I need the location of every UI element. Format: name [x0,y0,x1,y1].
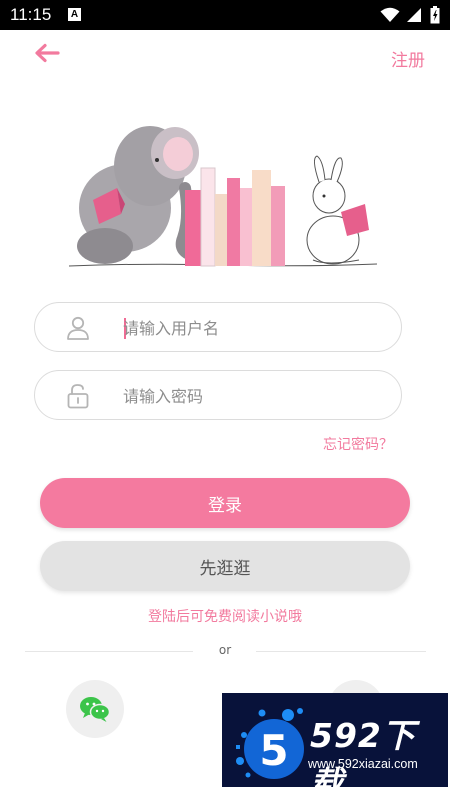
username-input[interactable] [123,311,383,345]
status-bar: 11:15 A [0,0,450,30]
wechat-login-button[interactable] [66,680,124,738]
wifi-icon [380,7,400,22]
username-field[interactable] [34,302,402,352]
lock-icon [67,384,89,409]
divider-left [25,651,193,652]
signal-icon [407,8,421,22]
login-button[interactable]: 登录 [40,478,410,528]
password-input[interactable] [123,379,383,413]
arrow-left-icon [35,43,60,63]
browse-as-guest-button[interactable]: 先逛逛 [40,541,410,591]
elephant-rabbit-books-illustration [68,126,378,267]
wechat-icon [80,697,111,722]
notification-a-icon: A [68,8,81,21]
forgot-password-link[interactable]: 忘记密码？ [323,434,393,454]
register-link[interactable]: 注册 [391,46,425,71]
watermark-logo-text: 5 [259,726,288,775]
login-hint-text: 登陆后可免费阅读小说哦 [148,609,302,625]
top-bar: 注册 [0,30,450,86]
password-field[interactable] [34,370,402,420]
status-icons [380,6,440,24]
divider-right [256,651,426,652]
watermark-brand: 592下载 [310,716,416,787]
battery-icon [430,6,440,24]
watermark-logo-icon: 5 [236,708,304,779]
status-time: 11:15 [10,5,52,24]
divider-or-label: or [218,643,232,657]
back-button[interactable] [30,38,64,68]
watermark-592xiazai: 5 592下载 www.592xiazai.com [222,693,448,787]
user-icon [67,316,89,340]
watermark-url: www.592xiazai.com [308,757,418,771]
